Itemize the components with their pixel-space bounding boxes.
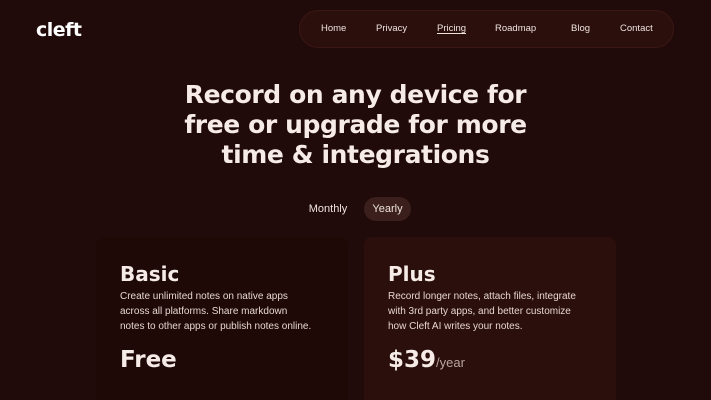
plan-description-line: notes to other apps or publish notes onl… [120, 321, 312, 332]
nav-link-home[interactable]: Home [321, 23, 346, 35]
price-amount: $39 [388, 347, 437, 373]
pricing-page: cleft Home Privacy Pricing Roadmap Blog … [0, 0, 711, 400]
plan-card-plus: Plus Record longer notes, attach files, … [364, 237, 616, 400]
top-nav: Home Privacy Pricing Roadmap Blog Contac… [299, 10, 674, 48]
plan-card-basic: Basic Create unlimited notes on native a… [96, 237, 348, 400]
price-amount: Free [120, 347, 177, 373]
plan-description-line: how Cleft AI writes your notes. [388, 321, 523, 332]
plan-description: Record longer notes, attach files, integ… [388, 289, 602, 334]
plan-description-line: Create unlimited notes on native apps [120, 291, 288, 302]
billing-toggle-yearly[interactable]: Yearly [364, 197, 411, 221]
plan-name: Plus [388, 262, 436, 286]
plan-price: Free [120, 347, 177, 373]
billing-toggle-monthly[interactable]: Monthly [303, 197, 353, 221]
nav-link-pricing[interactable]: Pricing [437, 23, 466, 35]
price-period: /year [436, 355, 465, 370]
heading-line: time & integrations [221, 140, 490, 169]
page-heading: Record on any device for free or upgrade… [0, 80, 711, 170]
cleft-logo[interactable]: cleft [36, 19, 82, 41]
plan-description-line: Record longer notes, attach files, integ… [388, 291, 576, 302]
nav-link-privacy[interactable]: Privacy [376, 23, 407, 35]
nav-link-blog[interactable]: Blog [571, 23, 590, 35]
plan-description-line: with 3rd party apps, and better customiz… [388, 306, 571, 317]
heading-line: free or upgrade for more [184, 110, 527, 139]
plan-name: Basic [120, 262, 180, 286]
plan-description: Create unlimited notes on native apps ac… [120, 289, 334, 334]
heading-line: Record on any device for [184, 80, 527, 109]
nav-link-contact[interactable]: Contact [620, 23, 653, 35]
plan-price: $39/year [388, 347, 465, 373]
nav-link-roadmap[interactable]: Roadmap [495, 23, 536, 35]
plan-description-line: across all platforms. Share markdown [120, 306, 288, 317]
